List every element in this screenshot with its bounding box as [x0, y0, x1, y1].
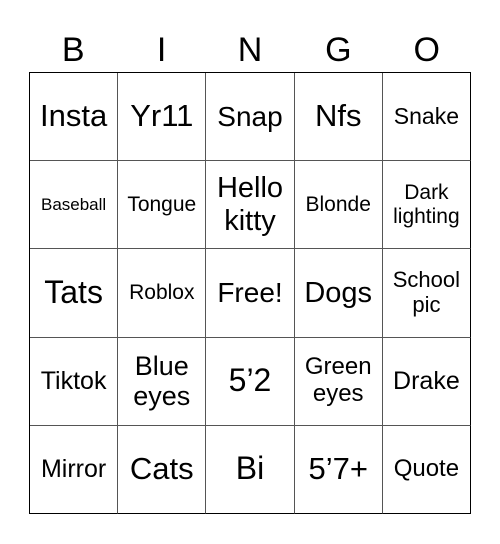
bingo-cell[interactable]: Blue eyes: [118, 337, 207, 426]
header-letter-n: N: [237, 31, 263, 69]
bingo-cell[interactable]: Mirror: [30, 425, 119, 514]
free-space-cell[interactable]: Free!: [206, 249, 295, 338]
bingo-cell[interactable]: Insta: [30, 73, 119, 162]
bingo-cell[interactable]: Blonde: [294, 161, 383, 250]
bingo-cell[interactable]: Drake: [382, 337, 471, 426]
bingo-cell[interactable]: Baseball: [30, 161, 119, 250]
bingo-cell[interactable]: Quote: [382, 425, 471, 514]
bingo-cell[interactable]: Tats: [30, 249, 119, 338]
bingo-cell[interactable]: Bi: [206, 425, 295, 514]
header-letter-i: I: [156, 31, 167, 69]
bingo-header: B I N G O: [29, 30, 471, 70]
header-letter-o: O: [413, 31, 440, 69]
bingo-cell[interactable]: Cats: [118, 425, 207, 514]
bingo-cell[interactable]: Tongue: [118, 161, 207, 250]
bingo-cell[interactable]: School pic: [382, 249, 471, 338]
bingo-cell[interactable]: Dark lighting: [382, 161, 471, 250]
bingo-cell[interactable]: Nfs: [294, 73, 383, 162]
bingo-cell[interactable]: Tiktok: [30, 337, 119, 426]
bingo-cell[interactable]: Yr11: [118, 73, 207, 162]
bingo-cell[interactable]: Snake: [382, 73, 471, 162]
header-letter-g: G: [325, 31, 352, 69]
bingo-cell[interactable]: Roblox: [118, 249, 207, 338]
bingo-cell[interactable]: 5’2: [206, 337, 295, 426]
bingo-cell[interactable]: Hello kitty: [206, 161, 295, 250]
bingo-cell[interactable]: Dogs: [294, 249, 383, 338]
bingo-grid: Insta Yr11 Snap Nfs Snake Baseball Tongu…: [29, 72, 471, 514]
header-letter-b: B: [61, 31, 85, 69]
bingo-cell[interactable]: Snap: [206, 73, 295, 162]
bingo-cell[interactable]: Green eyes: [294, 337, 383, 426]
bingo-cell[interactable]: 5’7+: [294, 425, 383, 514]
